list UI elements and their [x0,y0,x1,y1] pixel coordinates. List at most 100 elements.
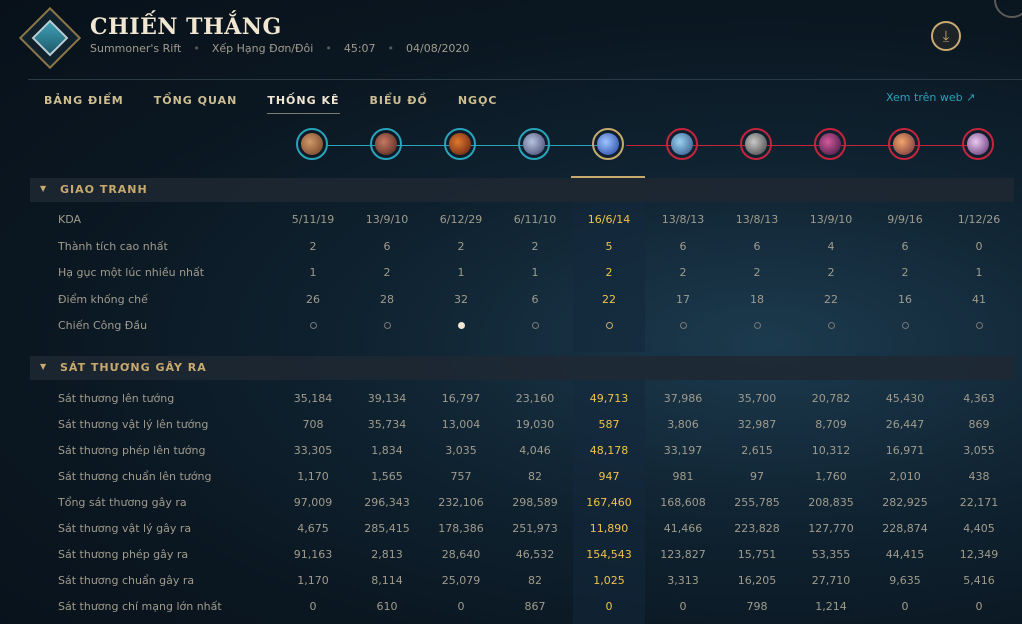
stat-cell [425,319,497,332]
stat-cell: 16 [898,292,912,306]
tab-stats[interactable]: THỐNG KÊ [267,94,340,114]
champion-portrait-5-self[interactable] [592,128,624,160]
stat-cell: 2 [679,266,687,279]
tab-bar: BẢNG ĐIỂM TỔNG QUAN THỐNG KÊ BIỂU ĐỒ NGỌ… [44,94,528,114]
stat-row-label: Sát thương chuẩn gây ra [58,574,195,587]
stat-cell: 167,460 [586,496,632,509]
stat-cell: 33,305 [293,444,333,457]
download-button[interactable]: ⤓ [931,21,961,51]
stat-cell: 0 [605,600,613,613]
match-result-emblem-icon [18,6,82,70]
stat-row: KDA 5/11/19 13/9/10 6/12/29 6/11/10 16/6/14 13… [0,207,1022,233]
stat-row: Sát thương chuẩn lên tướng 1,170 1,565 757 8… [0,464,1022,490]
match-duration: 45:07 [343,42,376,55]
stat-row: Hạ gục một lúc nhiều nhất 1 2 1 1 2 2 2 2 2 1 [0,260,1022,286]
tab-scoreboard[interactable]: BẢNG ĐIỂM [44,94,124,114]
stat-row: Sát thương chí mạng lớn nhất 0 610 0 867 0 0 79… [0,594,1022,620]
stat-row-label: Sát thương chí mạng lớn nhất [58,600,222,613]
tab-graphs[interactable]: BIỂU ĐỒ [370,94,428,114]
queue-type: Xếp Hạng Đơn/Đôi [211,42,314,55]
stat-cell: 232,106 [438,496,484,509]
stat-cell: 35,184 [293,392,333,405]
stat-cell: 6/12/29 [439,213,483,226]
stat-cell: 6/11/10 [513,213,557,226]
stat-cell: 27,710 [811,574,851,587]
match-result-title: CHIẾN THẮNG [90,14,282,40]
stat-row-label: Hạ gục một lúc nhiều nhất [58,266,205,279]
champion-portrait-3[interactable] [444,128,476,160]
champion-portrait-1[interactable] [296,128,328,160]
stat-cell: 2,615 [741,444,773,457]
tab-overview[interactable]: TỔNG QUAN [154,94,238,114]
stat-cell: 53,355 [811,548,851,561]
stat-cell [351,319,423,332]
stat-cell [573,319,645,332]
stat-cell: 127,770 [808,522,854,535]
corner-ring-icon [994,0,1022,18]
champion-portrait-7[interactable] [740,128,772,160]
stat-cell: 39,134 [367,392,407,405]
stat-cell: 255,785 [734,496,780,509]
stat-cell: 4 [827,239,835,253]
stat-cell: 2 [605,266,613,279]
stat-cell: 228,874 [882,522,928,535]
stat-cell: 0 [975,600,983,613]
stat-row-label: Tổng sát thương gây ra [58,496,187,509]
stat-cell: 28 [380,292,394,306]
stat-cell: 2 [901,266,909,279]
stat-cell: 296,343 [364,496,410,509]
stat-row-label: Sát thương vật lý lên tướng [58,418,209,431]
champion-portrait-6[interactable] [666,128,698,160]
stat-cell: 32,987 [737,418,777,431]
stat-cell: 1,170 [297,574,329,587]
tab-runes[interactable]: NGỌC [458,94,498,114]
stat-row-label: Sát thương vật lý gây ra [58,522,192,535]
stat-cell: 5,416 [963,574,995,587]
stat-row-label: Sát thương phép gây ra [58,548,189,561]
stat-cell: 9,635 [889,574,921,587]
champion-portrait-4[interactable] [518,128,550,160]
empty-marker-icon [309,322,317,329]
stat-row-label: Điểm khống chế [58,292,148,306]
stat-cell: 798 [746,600,768,613]
stat-cell: 13/9/10 [809,213,853,226]
stat-cell: 35,700 [737,392,777,405]
stat-cell: 2 [457,239,465,253]
map-name: Summoner's Rift [90,42,182,55]
champion-portrait-9[interactable] [888,128,920,160]
stat-cell: 154,543 [586,548,632,561]
stat-cell: 1,760 [815,470,847,483]
stat-cell: 37,986 [663,392,703,405]
download-icon: ⤓ [942,27,950,45]
stat-cell: 2,010 [889,470,921,483]
empty-marker-icon [827,322,835,329]
stat-cell: 32 [454,292,468,306]
stat-row: Tổng sát thương gây ra 97,009 296,343 232,1… [0,490,1022,516]
stat-cell: 3,055 [963,444,995,457]
section-header-damage[interactable]: ▼ SÁT THƯƠNG GÂY RA [30,356,1014,380]
stat-cell: 6 [531,292,539,306]
stat-cell: 5 [605,239,613,253]
stat-cell: 1,834 [371,444,403,457]
stat-cell: 41 [972,292,986,306]
stat-cell: 298,589 [512,496,558,509]
collapse-arrow-icon: ▼ [40,362,47,371]
champion-portrait-2[interactable] [370,128,402,160]
stat-cell: 16,971 [885,444,925,457]
stat-cell: 15,751 [737,548,777,561]
stat-cell: 1,214 [815,600,847,613]
section-header-combat[interactable]: ▼ GIAO TRANH [30,178,1014,202]
stat-cell: 4,363 [963,392,995,405]
stat-cell: 12,349 [959,548,999,561]
stat-cell [795,319,867,332]
stat-row-label: Chiến Công Đầu [58,319,148,332]
champion-portrait-8[interactable] [814,128,846,160]
stat-cell: 48,178 [589,444,629,457]
stat-cell: 757 [450,470,472,483]
stat-cell: 168,608 [660,496,706,509]
champion-portrait-10[interactable] [962,128,994,160]
stat-row: Thành tích cao nhất 2 6 2 2 5 6 6 4 6 0 [0,234,1022,260]
stat-row: Sát thương chuẩn gây ra 1,170 8,114 25,079 8… [0,568,1022,594]
view-on-web-link[interactable]: Xem trên web ↗ [886,91,975,104]
stat-cell: 82 [528,470,542,483]
